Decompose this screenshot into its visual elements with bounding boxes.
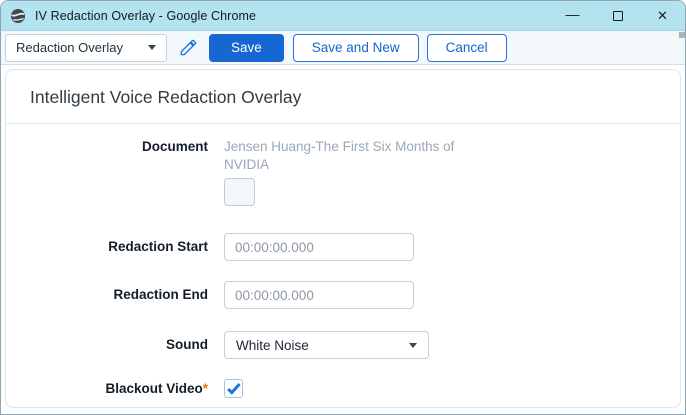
pencil-icon: [179, 38, 198, 57]
blackout-video-row: Blackout Video*: [6, 379, 680, 398]
window-controls: — ✕: [550, 1, 685, 30]
redaction-form: Document Jensen Huang-The First Six Mont…: [6, 124, 680, 398]
edit-button[interactable]: [175, 35, 201, 61]
page-title: Intelligent Voice Redaction Overlay: [6, 70, 680, 124]
checkmark-icon: [225, 380, 242, 397]
required-marker: *: [203, 381, 208, 396]
save-and-new-button[interactable]: Save and New: [293, 34, 419, 62]
redaction-start-label: Redaction Start: [6, 238, 224, 256]
app-window: IV Redaction Overlay - Google Chrome — ✕…: [0, 0, 686, 415]
blackout-video-checkbox[interactable]: [224, 379, 243, 398]
window-title: IV Redaction Overlay - Google Chrome: [35, 9, 256, 23]
chevron-down-icon: [409, 343, 417, 348]
sound-label: Sound: [6, 336, 224, 354]
redaction-end-row: Redaction End: [6, 281, 680, 309]
globe-logo-icon: [10, 8, 26, 24]
save-button[interactable]: Save: [209, 34, 284, 62]
content-area: Intelligent Voice Redaction Overlay Docu…: [1, 65, 685, 414]
close-button[interactable]: ✕: [640, 1, 685, 30]
sound-row: Sound White Noise: [6, 331, 680, 359]
document-lookup-box[interactable]: [224, 178, 255, 206]
record-type-selector[interactable]: Redaction Overlay: [5, 34, 167, 62]
scrollbar-stub: [679, 32, 685, 38]
blackout-video-label: Blackout Video: [105, 381, 202, 396]
close-icon: ✕: [657, 8, 668, 24]
cancel-button[interactable]: Cancel: [427, 34, 507, 62]
redaction-end-input[interactable]: [224, 281, 414, 309]
minimize-icon: —: [566, 9, 580, 19]
record-type-value: Redaction Overlay: [16, 40, 123, 55]
title-bar: IV Redaction Overlay - Google Chrome — ✕: [1, 1, 685, 31]
minimize-button[interactable]: —: [550, 1, 595, 30]
maximize-button[interactable]: [595, 1, 640, 30]
chevron-down-icon: [148, 45, 156, 50]
sound-select[interactable]: White Noise: [224, 331, 429, 359]
redaction-start-row: Redaction Start: [6, 233, 680, 261]
document-value: Jensen Huang-The First Six Months of NVI…: [224, 138, 459, 174]
redaction-end-label: Redaction End: [6, 286, 224, 304]
toolbar: Redaction Overlay Save Save and New Canc…: [1, 31, 685, 65]
document-row: Document Jensen Huang-The First Six Mont…: [6, 138, 680, 206]
sound-select-value: White Noise: [236, 338, 309, 353]
redaction-start-input[interactable]: [224, 233, 414, 261]
form-panel: Intelligent Voice Redaction Overlay Docu…: [5, 69, 681, 408]
document-label: Document: [6, 138, 224, 206]
maximize-icon: [613, 11, 623, 21]
